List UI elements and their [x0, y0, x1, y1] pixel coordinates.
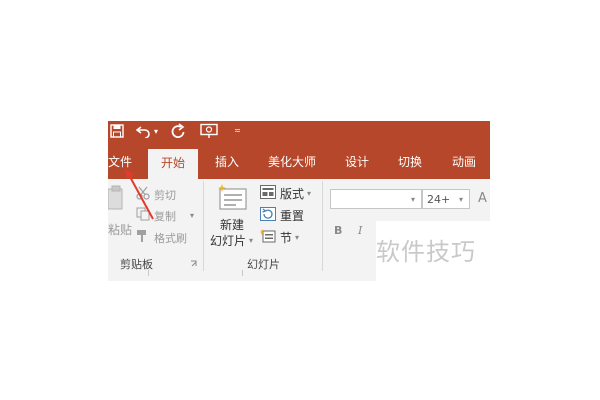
tab-beautify-master[interactable]: 美化大师	[268, 153, 316, 170]
bold-button[interactable]: B	[334, 224, 342, 237]
tab-insert[interactable]: 插入	[215, 153, 239, 170]
section-dropdown-icon[interactable]: ▾	[295, 233, 299, 242]
new-slide-dropdown-icon[interactable]: ▾	[249, 236, 253, 245]
format-painter-icon[interactable]	[136, 229, 150, 243]
layout-dropdown-icon[interactable]: ▾	[307, 189, 311, 198]
cut-label[interactable]: 剪切	[154, 187, 176, 203]
section-icon[interactable]	[260, 229, 276, 243]
pane-divider	[148, 270, 149, 276]
font-size-combo[interactable]: 24+ ▾	[422, 189, 470, 209]
pane-divider	[242, 270, 243, 276]
font-size-dropdown-icon[interactable]: ▾	[459, 195, 463, 204]
new-slide-label-line2[interactable]: 幻灯片	[210, 232, 246, 249]
tab-design[interactable]: 设计	[345, 153, 369, 170]
format-painter-label[interactable]: 格式刷	[154, 230, 187, 246]
customize-qat-icon[interactable]: ≂	[234, 126, 241, 135]
watermark-text: 软件技巧	[376, 238, 476, 266]
tab-animations[interactable]: 动画	[452, 153, 476, 170]
paste-label[interactable]: 粘贴	[108, 221, 132, 238]
undo-dropdown-icon[interactable]: ▾	[154, 127, 158, 136]
font-name-combo[interactable]: ▾	[330, 189, 422, 209]
save-icon[interactable]	[110, 124, 124, 138]
quick-access-toolbar: ▾ ≂	[108, 121, 490, 143]
group-divider	[203, 181, 204, 271]
italic-button[interactable]: I	[358, 224, 362, 237]
group-divider	[322, 181, 323, 271]
undo-icon[interactable]	[136, 124, 152, 138]
slideshow-icon[interactable]	[200, 123, 218, 139]
increase-font-size-icon[interactable]: A	[478, 191, 487, 206]
ribbon-tab-bar: 文件 开始 插入 美化大师 设计 切换 动画	[108, 143, 490, 179]
copy-dropdown-icon[interactable]: ▾	[190, 211, 194, 220]
annotation-arrow-icon	[125, 169, 154, 220]
tab-transitions[interactable]: 切换	[398, 153, 422, 170]
layout-label[interactable]: 版式	[280, 185, 304, 202]
copy-label[interactable]: 复制	[154, 208, 176, 224]
section-label[interactable]: 节	[280, 229, 292, 246]
new-slide-label-line1[interactable]: 新建	[220, 216, 244, 233]
slides-group-label: 幻灯片	[247, 258, 280, 271]
redo-icon[interactable]	[170, 123, 186, 139]
clipboard-dialog-launcher-icon[interactable]	[190, 260, 198, 268]
layout-icon[interactable]	[260, 185, 276, 199]
font-name-dropdown-icon[interactable]: ▾	[411, 195, 415, 204]
reset-label[interactable]: 重置	[280, 207, 304, 224]
font-size-value: 24+	[427, 193, 451, 206]
reset-icon[interactable]	[260, 207, 276, 221]
new-slide-icon[interactable]	[218, 183, 248, 211]
